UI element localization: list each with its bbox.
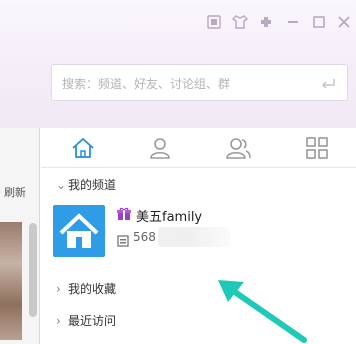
- channel-id: 568: [133, 230, 156, 244]
- house-logo-icon: [59, 213, 99, 248]
- chevron-right-icon: ›: [56, 282, 61, 296]
- tab-contacts[interactable]: [146, 134, 174, 162]
- close-icon[interactable]: [335, 13, 353, 31]
- tab-groups[interactable]: [224, 134, 252, 162]
- puzzle-icon[interactable]: [257, 13, 275, 31]
- window-header: 搜索：频道、好友、讨论组、群: [0, 0, 356, 128]
- people-icon: [226, 138, 251, 159]
- tab-home[interactable]: [69, 134, 97, 162]
- thumbnail-image: [0, 222, 22, 340]
- skin-icon[interactable]: [205, 13, 223, 31]
- scrollbar[interactable]: [29, 223, 37, 317]
- search-placeholder: 搜索：频道、好友、讨论组、群: [62, 77, 231, 91]
- maximize-icon[interactable]: [310, 13, 328, 31]
- search-input[interactable]: 搜索：频道、好友、讨论组、群: [51, 64, 348, 101]
- chevron-down-icon: ⌄: [56, 178, 67, 192]
- channel-name[interactable]: 美五family: [136, 206, 202, 225]
- section-label: 我的收藏: [68, 282, 117, 296]
- section-label: 我的频道: [68, 178, 117, 192]
- redaction-blur: [158, 227, 230, 247]
- tab-bar: [41, 128, 356, 168]
- person-icon: [150, 138, 170, 159]
- chevron-right-icon: ›: [56, 314, 61, 328]
- grid-icon: [306, 137, 328, 159]
- tab-divider: [41, 167, 356, 168]
- shirt-icon[interactable]: [231, 13, 249, 31]
- channel-logo[interactable]: [53, 205, 105, 257]
- gift-badge-icon: [117, 206, 131, 220]
- section-label: 最近访问: [68, 314, 117, 328]
- section-recent-visits[interactable]: › 最近访问: [56, 312, 116, 329]
- left-pane: 刷新: [0, 128, 40, 344]
- annotation-arrow-icon: [218, 280, 307, 343]
- tab-apps[interactable]: [303, 134, 331, 162]
- section-my-favorites[interactable]: › 我的收藏: [56, 280, 116, 297]
- home-icon: [72, 137, 94, 158]
- minimize-icon[interactable]: [284, 13, 302, 31]
- section-my-channels[interactable]: ⌄ 我的频道: [56, 176, 116, 193]
- refresh-label[interactable]: 刷新: [4, 184, 26, 200]
- id-card-icon: [117, 232, 129, 247]
- enter-icon[interactable]: [319, 76, 337, 90]
